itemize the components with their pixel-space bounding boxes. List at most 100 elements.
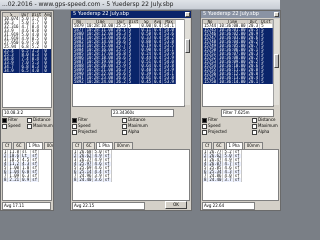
check-maximum[interactable]: Maximum [27, 123, 53, 129]
left-grid[interactable]: SDurDistAvgMax 10.0745.01.70410.35.01.70… [2, 12, 52, 108]
check-filter[interactable]: Filter [2, 117, 18, 123]
check-label: Speed [8, 123, 21, 128]
right-checks: Filter Distance Speed Maximum Projected Alpha [202, 117, 279, 141]
check-label: Maximum [128, 123, 148, 128]
result-cell: 2.21 [7, 177, 22, 182]
middle-bottom-grid[interactable]: 1 26.68 5.0 sf 2 26.62 4.9 sf 3 26.37 4.9 sf 4 25.97 4… [72, 149, 190, 201]
checkbox-icon[interactable] [252, 129, 257, 135]
middle-title-text: 5 Yuedersp 22 July.sbp [73, 11, 129, 17]
tab-1[interactable]: 6C [83, 142, 95, 149]
right-grid[interactable]: NoTimeDurDistSpAvg 1574410:36:00.0020.35… [202, 19, 274, 107]
left-status: Avg 17.11 [2, 202, 51, 210]
checkbox-icon[interactable] [122, 123, 127, 129]
checkbox-icon[interactable] [122, 129, 127, 135]
checkbox-icon[interactable] [2, 123, 7, 129]
table-row[interactable]: 5892 10:28:24.00 26.2 5 0.45 0.4 53.9 [73, 79, 176, 84]
result-cell: 24.40 [77, 177, 94, 182]
right-scroll-thumb[interactable] [274, 54, 279, 68]
checkbox-icon[interactable] [202, 129, 207, 135]
middle-scrollbar[interactable] [184, 19, 190, 105]
right-scrollbar[interactable] [273, 19, 279, 105]
check-label: Projected [208, 129, 227, 134]
tab-3[interactable]: 00mm [113, 142, 133, 149]
check-label: Maximum [33, 123, 53, 128]
checkbox-icon[interactable] [252, 123, 257, 129]
right-close-icon[interactable] [274, 12, 279, 17]
tab-3[interactable]: 00mm [43, 142, 53, 149]
checkbox-icon[interactable] [72, 123, 77, 129]
check-maximum[interactable]: Maximum [122, 123, 148, 129]
check-filter[interactable]: Filter [202, 117, 218, 123]
right-value-field[interactable]: Filter 7.625m [221, 109, 274, 117]
result-cell: sf [103, 177, 112, 182]
table-cell: 5 [259, 80, 273, 84]
check-projected[interactable]: Projected [202, 129, 227, 135]
table-cell: 53.9 [162, 79, 176, 84]
tab-1[interactable]: 6C [13, 142, 25, 149]
checkbox-icon[interactable] [202, 117, 207, 123]
check-label: Projected [78, 129, 97, 134]
middle-close-icon[interactable] [185, 12, 190, 17]
checkbox-icon[interactable] [27, 123, 32, 129]
middle-value-field[interactable]: 23.34360s [111, 109, 174, 117]
check-alpha[interactable]: Alpha [252, 129, 269, 135]
result-row[interactable]: 8 2.21 0.9 sf [3, 177, 40, 182]
check-label: Filter [8, 117, 18, 122]
check-projected[interactable]: Projected [72, 129, 97, 135]
tab-2[interactable]: 1 Pha [225, 142, 243, 149]
table-cell: 4.0 [30, 69, 44, 73]
checkbox-icon[interactable] [122, 117, 127, 123]
right-bottom-table: 1 26.77 5.2 sf 2 26.62 5.0 sf 3 26.47 4.9 sf 4 26.07 4… [203, 150, 242, 182]
middle-title: 5 Yuedersp 22 July.sbp [71, 11, 191, 18]
table-cell: 0.45 [139, 79, 154, 84]
right-status: Avg 22.64 [202, 202, 255, 210]
left-value-field[interactable]: 10.08.3:2 [2, 109, 51, 117]
check-label: Maximum [258, 123, 278, 128]
tab-3[interactable]: 00mm [243, 142, 263, 149]
check-distance[interactable]: Distance [27, 117, 51, 123]
right-title-text: 5 Yuedersp 22 July.sbp [203, 11, 259, 17]
checkbox-icon[interactable] [202, 123, 207, 129]
check-distance[interactable]: Distance [122, 117, 146, 123]
middle-ok-button[interactable]: OK [165, 201, 187, 209]
tab-0[interactable]: Cf [72, 142, 83, 149]
check-maximum[interactable]: Maximum [252, 123, 278, 129]
middle-panel: 5 Yuedersp 22 July.sbp No Time Dur Dist Sp Av… [70, 10, 192, 211]
tab-0[interactable]: Cf [2, 142, 13, 149]
table-row[interactable]: 34.96.54.001 [3, 69, 51, 73]
check-distance[interactable]: Distance [252, 117, 276, 123]
check-speed[interactable]: Speed [2, 123, 21, 129]
left-bottom-table: 1 11.8 sl sf 2 10.6 Lt sf 3 10.5 4.5 sf 4 11.2 4.3 sf 5 1… [3, 150, 40, 182]
middle-scroll-thumb[interactable] [185, 39, 190, 53]
check-speed[interactable]: Speed [72, 123, 91, 129]
checkbox-icon[interactable] [27, 117, 32, 123]
tab-2[interactable]: 1 Pha [95, 142, 113, 149]
check-alpha[interactable]: Alpha [122, 129, 139, 135]
checkbox-icon[interactable] [72, 129, 77, 135]
tab-0[interactable]: Cf [202, 142, 213, 149]
table-cell: 20.1 [247, 79, 261, 84]
left-panel: SDurDistAvgMax 10.0745.01.70410.35.01.70… [0, 10, 54, 211]
check-label: Filter [208, 117, 218, 122]
tab-2[interactable]: 1 Pha [25, 142, 43, 149]
table-row[interactable]: 1575810:36:14.0020.157.281.4 [203, 79, 273, 84]
middle-grid[interactable]: No Time Dur Dist Sp Avg Max 5879 10:28:10.00 25.… [72, 19, 185, 107]
result-row[interactable]: 8 24.40 3.7 sf [203, 177, 242, 182]
checkbox-icon[interactable] [252, 117, 257, 123]
check-filter[interactable]: Filter [72, 117, 88, 123]
check-label: Alpha [258, 129, 270, 134]
right-bottom-grid[interactable]: 1 26.77 5.2 sf 2 26.62 5.0 sf 3 26.47 4.9 sf 4 26.07 4… [202, 149, 279, 201]
result-cell: sf [233, 177, 242, 182]
table-cell: 5 [127, 80, 141, 84]
app-title: ...02.2016 - www.gps-speed.com - 5 Yuede… [2, 1, 174, 8]
result-cell: 0.9 [20, 177, 32, 182]
checkbox-icon[interactable] [72, 117, 77, 123]
left-tabs: Cf6C1 Pha00mm [2, 142, 53, 149]
check-speed[interactable]: Speed [202, 123, 221, 129]
result-cell: sf [30, 177, 40, 182]
table-cell: 10:28:24.00 [85, 79, 116, 84]
result-row[interactable]: 8 24.40 3.6 sf [73, 177, 112, 182]
left-bottom-grid[interactable]: 1 11.8 sl sf 2 10.6 Lt sf 3 10.5 4.5 sf 4 11.2 4.3 sf 5 1… [2, 149, 52, 201]
checkbox-icon[interactable] [2, 117, 7, 123]
tab-1[interactable]: 6C [213, 142, 225, 149]
